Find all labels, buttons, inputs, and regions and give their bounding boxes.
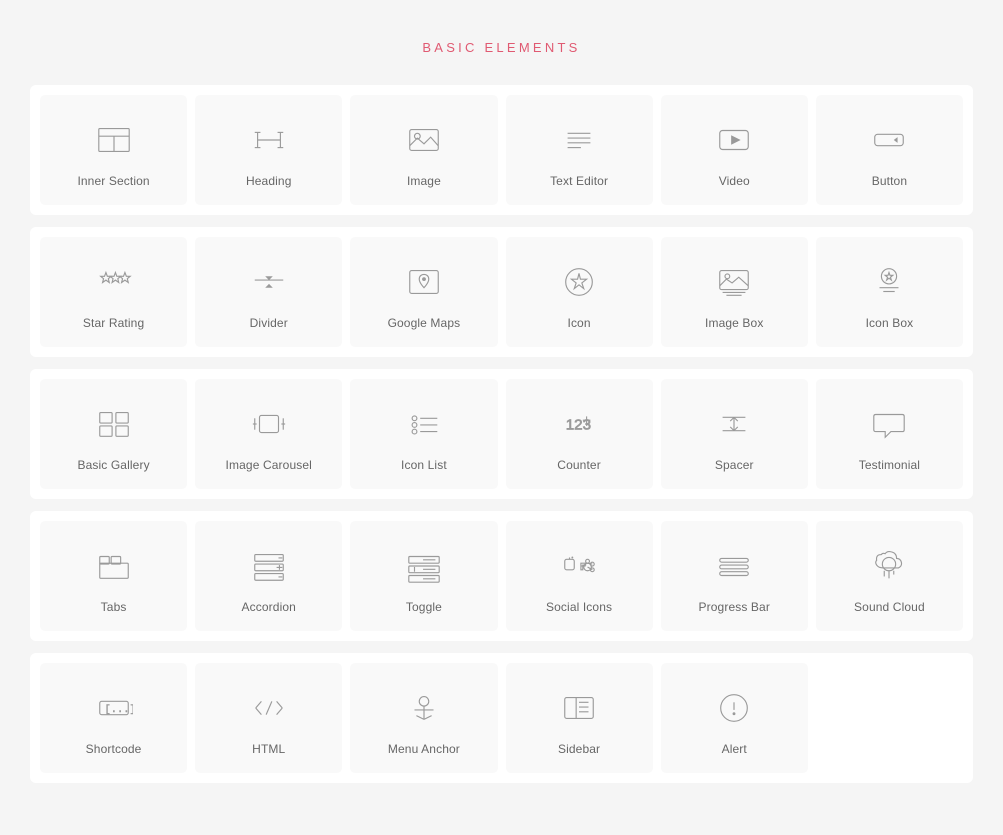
accordion-icon: [247, 544, 291, 588]
tabs-icon: [92, 544, 136, 588]
element-card-tabs[interactable]: Tabs: [40, 521, 187, 631]
menu-anchor-icon: [402, 686, 446, 730]
element-row: Basic Gallery Image Carousel Icon List 123 C…: [30, 369, 973, 499]
star-rating-icon: [92, 260, 136, 304]
element-label-inner-section: Inner Section: [77, 174, 149, 188]
element-card-divider[interactable]: Divider: [195, 237, 342, 347]
element-card-toggle[interactable]: Toggle: [350, 521, 497, 631]
page-title: BASIC ELEMENTS: [30, 40, 973, 55]
element-label-tabs: Tabs: [101, 600, 127, 614]
element-label-google-maps: Google Maps: [388, 316, 461, 330]
element-card-video[interactable]: Video: [661, 95, 808, 205]
element-card-image-carousel[interactable]: Image Carousel: [195, 379, 342, 489]
element-label-spacer: Spacer: [715, 458, 754, 472]
element-card-text-editor[interactable]: Text Editor: [506, 95, 653, 205]
element-card-social-icons[interactable]: Social Icons: [506, 521, 653, 631]
element-label-counter: Counter: [557, 458, 601, 472]
element-label-html: HTML: [252, 742, 285, 756]
button-icon: [867, 118, 911, 162]
divider-icon: [247, 260, 291, 304]
element-card-image[interactable]: Image: [350, 95, 497, 205]
element-label-image: Image: [407, 174, 441, 188]
element-card-icon-list[interactable]: Icon List: [350, 379, 497, 489]
page-container: BASIC ELEMENTS Inner Section Heading Image…: [20, 20, 983, 815]
video-icon: [712, 118, 756, 162]
element-card-testimonial[interactable]: Testimonial: [816, 379, 963, 489]
element-label-divider: Divider: [250, 316, 288, 330]
element-card-basic-gallery[interactable]: Basic Gallery: [40, 379, 187, 489]
element-card-menu-anchor[interactable]: Menu Anchor: [350, 663, 497, 773]
element-label-button: Button: [872, 174, 907, 188]
element-label-icon-list: Icon List: [401, 458, 447, 472]
image-carousel-icon: [247, 402, 291, 446]
element-label-progress-bar: Progress Bar: [699, 600, 770, 614]
element-label-basic-gallery: Basic Gallery: [77, 458, 149, 472]
element-card-inner-section[interactable]: Inner Section: [40, 95, 187, 205]
basic-gallery-icon: [92, 402, 136, 446]
sidebar-icon: [557, 686, 601, 730]
alert-icon: [712, 686, 756, 730]
element-card-html[interactable]: HTML: [195, 663, 342, 773]
image-box-icon: [712, 260, 756, 304]
element-card-heading[interactable]: Heading: [195, 95, 342, 205]
icon-icon: [557, 260, 601, 304]
element-row: Star Rating Divider Google Maps Icon Image B…: [30, 227, 973, 357]
element-row: Tabs Accordion Toggle Social Icons Progress …: [30, 511, 973, 641]
element-label-icon-box: Icon Box: [866, 316, 914, 330]
spacer-icon: [712, 402, 756, 446]
element-label-sidebar: Sidebar: [558, 742, 600, 756]
text-editor-icon: [557, 118, 601, 162]
element-label-menu-anchor: Menu Anchor: [388, 742, 460, 756]
element-card-alert[interactable]: Alert: [661, 663, 808, 773]
element-label-accordion: Accordion: [242, 600, 296, 614]
element-label-alert: Alert: [722, 742, 747, 756]
inner-section-icon: [92, 118, 136, 162]
element-label-image-carousel: Image Carousel: [226, 458, 312, 472]
progress-bar-icon: [712, 544, 756, 588]
heading-icon: [247, 118, 291, 162]
element-card-shortcode[interactable]: [...] Shortcode: [40, 663, 187, 773]
element-card-accordion[interactable]: Accordion: [195, 521, 342, 631]
element-card-icon-box[interactable]: Icon Box: [816, 237, 963, 347]
element-label-video: Video: [719, 174, 750, 188]
element-label-image-box: Image Box: [705, 316, 763, 330]
google-maps-icon: [402, 260, 446, 304]
element-label-heading: Heading: [246, 174, 292, 188]
icon-box-icon: [867, 260, 911, 304]
element-label-toggle: Toggle: [406, 600, 442, 614]
element-card-counter[interactable]: 123 Counter: [506, 379, 653, 489]
element-card-button[interactable]: Button: [816, 95, 963, 205]
element-label-sound-cloud: Sound Cloud: [854, 600, 925, 614]
image-icon: [402, 118, 446, 162]
element-card-progress-bar[interactable]: Progress Bar: [661, 521, 808, 631]
element-card-sidebar[interactable]: Sidebar: [506, 663, 653, 773]
sound-cloud-icon: [867, 544, 911, 588]
element-card-star-rating[interactable]: Star Rating: [40, 237, 187, 347]
element-label-star-rating: Star Rating: [83, 316, 144, 330]
element-card-spacer[interactable]: Spacer: [661, 379, 808, 489]
svg-text:[...]: [...]: [104, 704, 133, 716]
element-label-text-editor: Text Editor: [550, 174, 608, 188]
element-label-social-icons: Social Icons: [546, 600, 612, 614]
shortcode-icon: [...]: [92, 686, 136, 730]
element-label-shortcode: Shortcode: [86, 742, 142, 756]
toggle-icon: [402, 544, 446, 588]
element-card-image-box[interactable]: Image Box: [661, 237, 808, 347]
icon-list-icon: [402, 402, 446, 446]
testimonial-icon: [867, 402, 911, 446]
element-label-icon: Icon: [567, 316, 590, 330]
social-icons-icon: [557, 544, 601, 588]
html-icon: [247, 686, 291, 730]
svg-text:123: 123: [566, 417, 591, 434]
element-label-testimonial: Testimonial: [859, 458, 920, 472]
element-card-google-maps[interactable]: Google Maps: [350, 237, 497, 347]
element-row: [...] Shortcode HTML Menu Anchor Sidebar Aler…: [30, 653, 973, 783]
counter-icon: 123: [557, 402, 601, 446]
element-card-sound-cloud[interactable]: Sound Cloud: [816, 521, 963, 631]
element-card-icon[interactable]: Icon: [506, 237, 653, 347]
element-row: Inner Section Heading Image Text Editor Vide…: [30, 85, 973, 215]
